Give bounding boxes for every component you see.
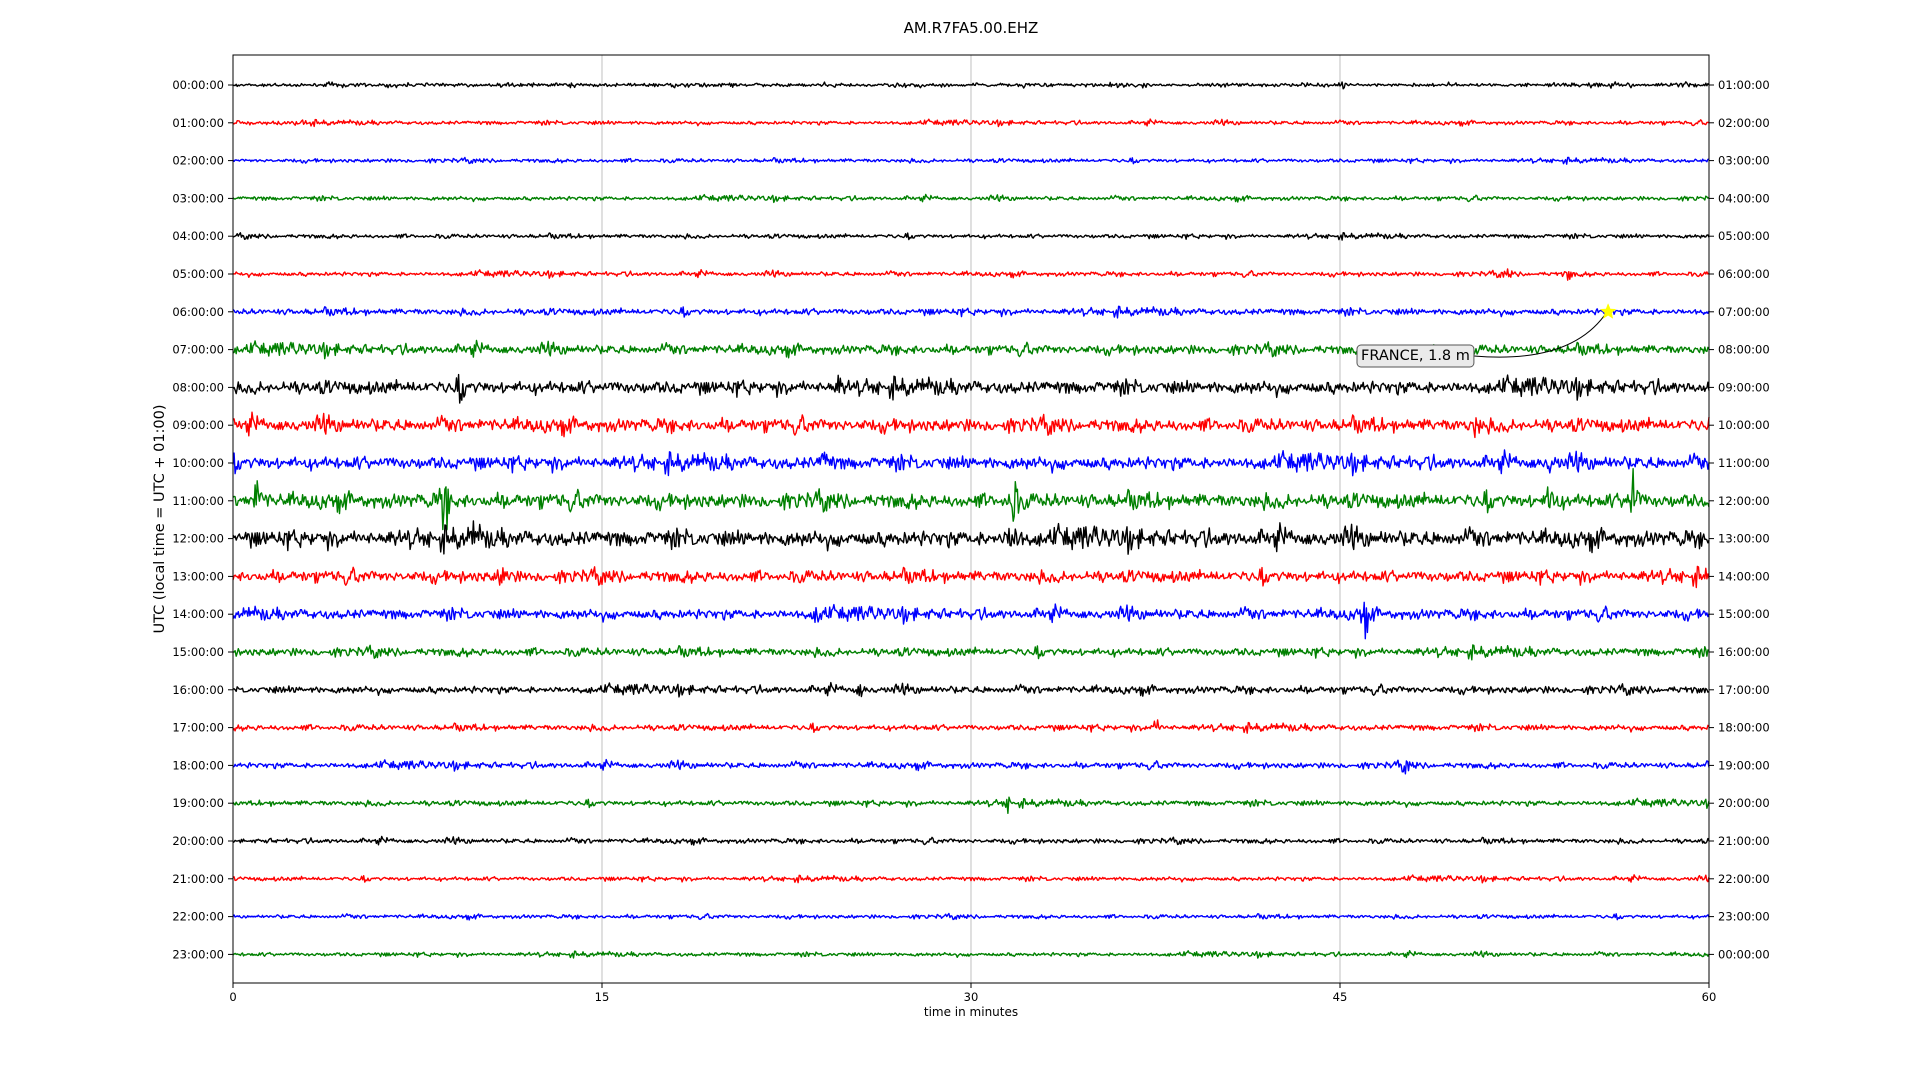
right-time-label: 02:00:00 [1718, 116, 1770, 130]
right-time-label: 04:00:00 [1718, 191, 1770, 205]
chart-title: AM.R7FA5.00.EHZ [904, 19, 1039, 37]
left-time-label: 23:00:00 [172, 947, 224, 961]
right-time-label: 00:00:00 [1718, 947, 1770, 961]
x-tick-label: 15 [595, 990, 610, 1004]
left-time-label: 11:00:00 [172, 494, 224, 508]
left-time-label: 18:00:00 [172, 758, 224, 772]
left-time-label: 04:00:00 [172, 229, 224, 243]
left-time-label: 01:00:00 [172, 116, 224, 130]
right-time-label: 13:00:00 [1718, 532, 1770, 546]
right-time-label: 14:00:00 [1718, 569, 1770, 583]
right-time-label: 18:00:00 [1718, 721, 1770, 735]
left-time-label: 06:00:00 [172, 305, 224, 319]
right-time-label: 23:00:00 [1718, 910, 1770, 924]
left-time-label: 10:00:00 [172, 456, 224, 470]
left-time-label: 05:00:00 [172, 267, 224, 281]
right-time-label: 19:00:00 [1718, 758, 1770, 772]
right-time-label: 11:00:00 [1718, 456, 1770, 470]
left-time-label: 16:00:00 [172, 683, 224, 697]
left-time-label: 07:00:00 [172, 343, 224, 357]
right-time-labels: 01:00:00 02:00:00 03:00:00 04:00:00 05:00:00… [1709, 78, 1770, 961]
left-time-label: 19:00:00 [172, 796, 224, 810]
left-time-label: 21:00:00 [172, 872, 224, 886]
right-time-label: 09:00:00 [1718, 380, 1770, 394]
right-time-label: 05:00:00 [1718, 229, 1770, 243]
left-time-label: 02:00:00 [172, 154, 224, 168]
left-time-label: 00:00:00 [172, 78, 224, 92]
left-time-label: 22:00:00 [172, 910, 224, 924]
right-time-label: 03:00:00 [1718, 154, 1770, 168]
left-time-label: 12:00:00 [172, 532, 224, 546]
right-time-label: 06:00:00 [1718, 267, 1770, 281]
right-time-label: 12:00:00 [1718, 494, 1770, 508]
left-time-label: 03:00:00 [172, 191, 224, 205]
left-time-label: 13:00:00 [172, 569, 224, 583]
event-star-marker [1599, 303, 1617, 319]
right-time-label: 22:00:00 [1718, 872, 1770, 886]
event-star-shape [1599, 303, 1617, 319]
x-axis-ticks: 0 15 30 45 60 [229, 983, 1716, 1004]
helicorder-chart: AM.R7FA5.00.EHZ 00:00:00 01:00:00 02:00:00… [152, 19, 1770, 1019]
right-time-label: 20:00:00 [1718, 796, 1770, 810]
x-tick-label: 0 [229, 990, 236, 1004]
annotation-label: FRANCE, 1.8 m [1361, 348, 1470, 364]
left-time-labels: 00:00:00 01:00:00 02:00:00 03:00:00 04:00:00… [172, 78, 233, 961]
right-time-label: 15:00:00 [1718, 607, 1770, 621]
right-time-label: 01:00:00 [1718, 78, 1770, 92]
left-time-label: 20:00:00 [172, 834, 224, 848]
left-time-label: 14:00:00 [172, 607, 224, 621]
y-axis-label: UTC (local time = UTC + 01:00) [152, 404, 168, 633]
x-tick-label: 30 [964, 990, 979, 1004]
vertical-gridlines [601, 55, 1341, 983]
x-tick-label: 45 [1333, 990, 1348, 1004]
right-time-label: 16:00:00 [1718, 645, 1770, 659]
right-time-label: 21:00:00 [1718, 834, 1770, 848]
left-time-label: 08:00:00 [172, 380, 224, 394]
x-axis-label: time in minutes [924, 1005, 1018, 1019]
right-time-label: 08:00:00 [1718, 343, 1770, 357]
right-time-label: 10:00:00 [1718, 418, 1770, 432]
right-time-label: 17:00:00 [1718, 683, 1770, 697]
right-time-label: 07:00:00 [1718, 305, 1770, 319]
left-time-label: 17:00:00 [172, 721, 224, 735]
left-time-label: 09:00:00 [172, 418, 224, 432]
left-time-label: 15:00:00 [172, 645, 224, 659]
x-tick-label: 60 [1702, 990, 1717, 1004]
